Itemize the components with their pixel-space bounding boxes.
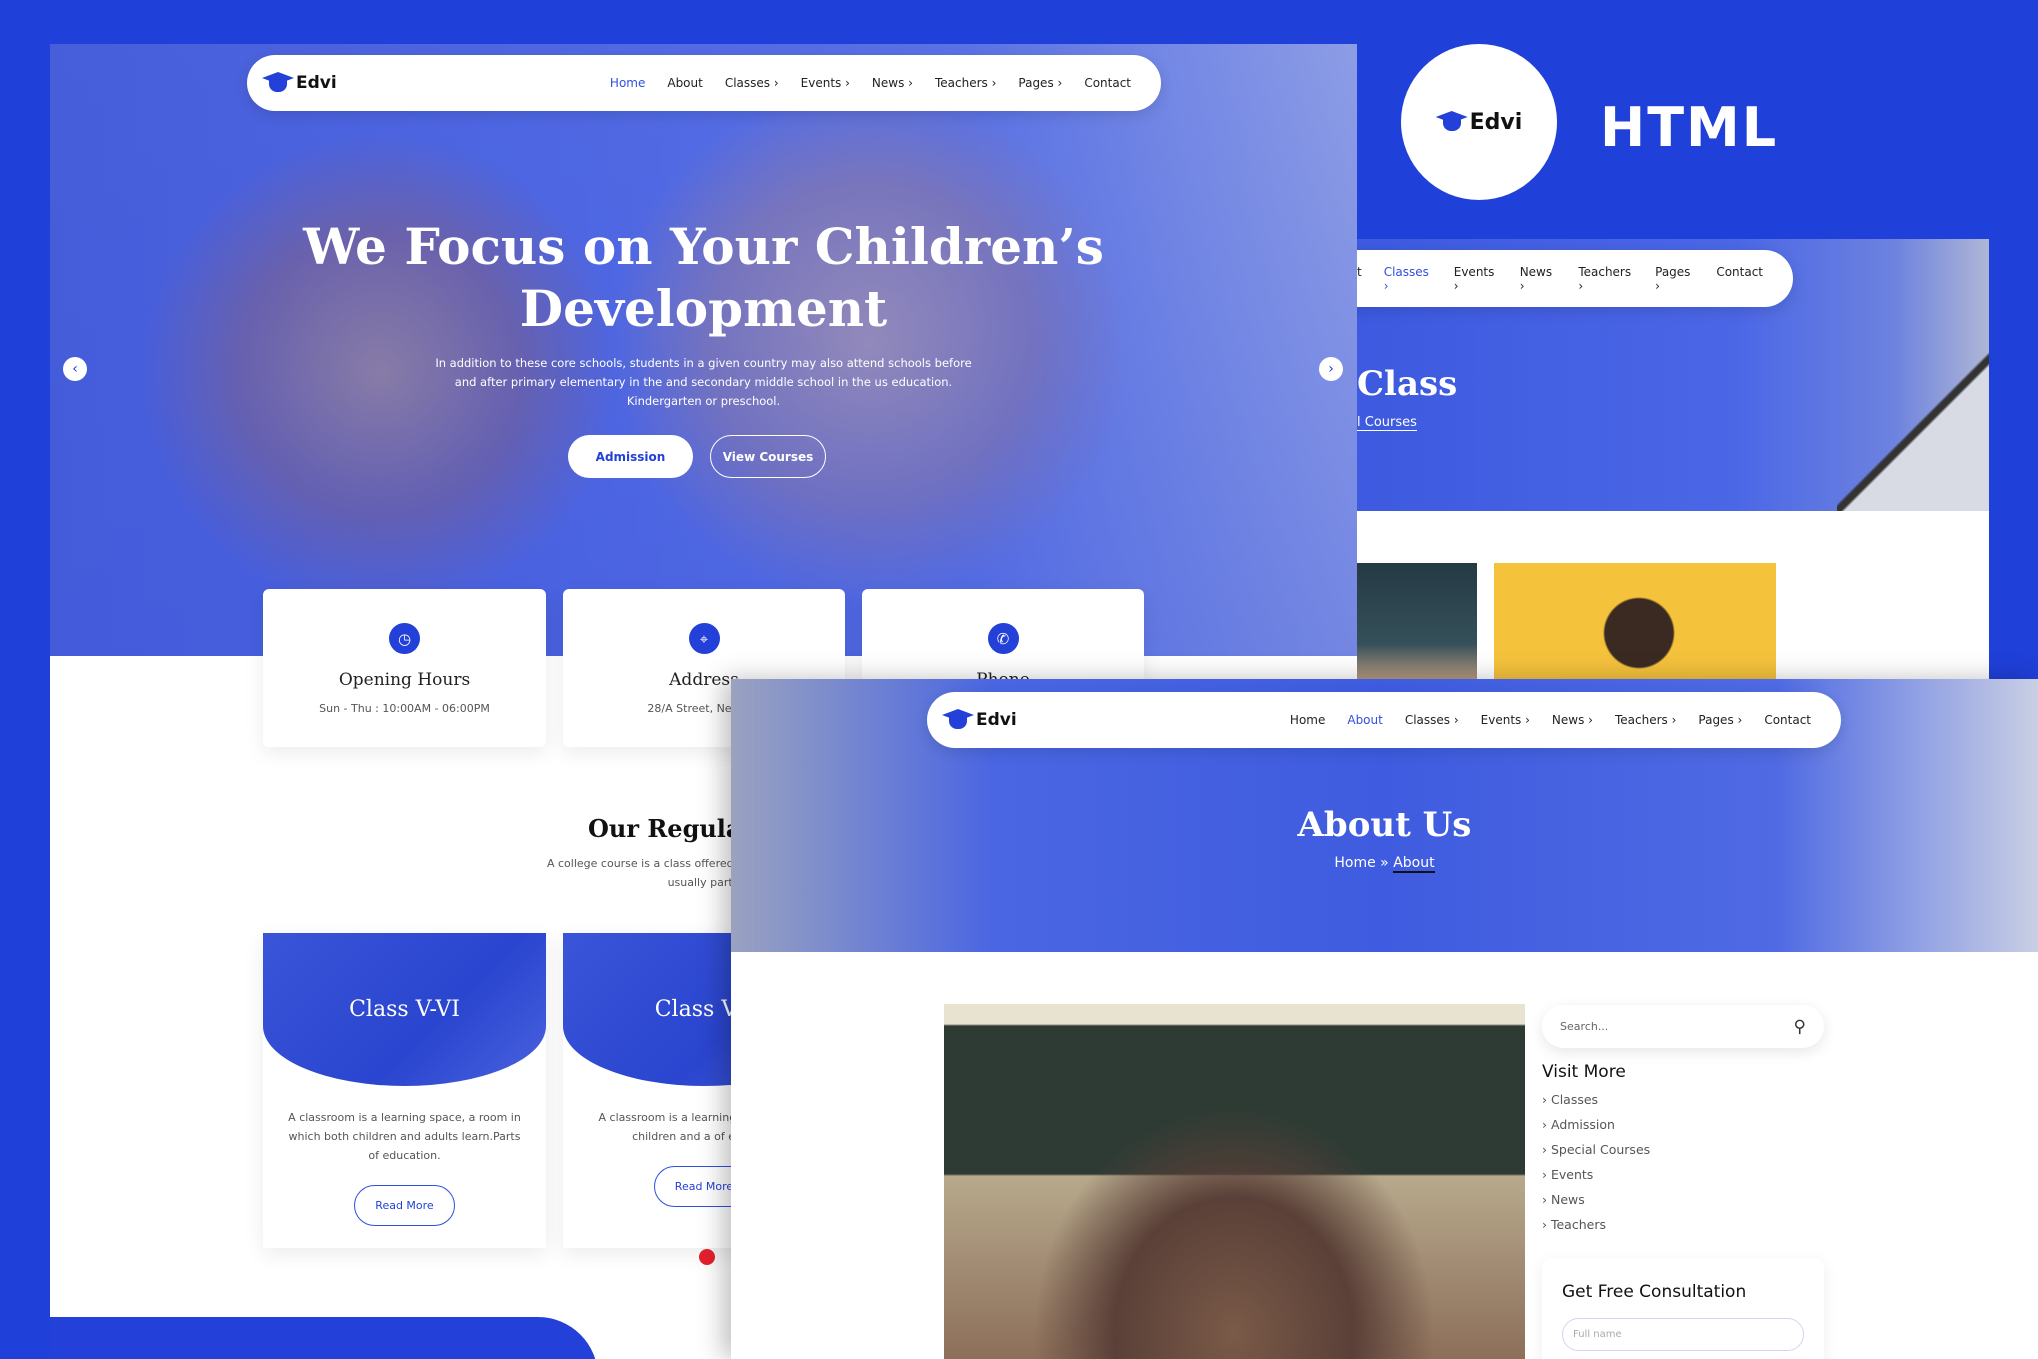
chevron-right-icon[interactable]: › xyxy=(1319,357,1343,381)
nav-about[interactable]: t xyxy=(1357,265,1362,293)
clock-icon: ◷ xyxy=(389,623,420,654)
graduation-cap-icon xyxy=(262,72,294,94)
brand-logo-circle: Edvi xyxy=(1401,44,1557,200)
nav-about[interactable]: About xyxy=(1347,713,1382,727)
nav-news[interactable]: News › xyxy=(872,76,913,90)
classes-nav: t Classes › Events › News › Teachers › P… xyxy=(1357,250,1793,307)
visit-more-title: Visit More xyxy=(1542,1062,1626,1082)
nav-events[interactable]: Events › xyxy=(1454,265,1498,293)
breadcrumb[interactable]: l Courses xyxy=(1357,415,1417,431)
section-title: Our Regular xyxy=(588,814,755,843)
search-input[interactable]: Search... ⚲ xyxy=(1542,1005,1824,1048)
graduation-cap-icon xyxy=(942,709,974,731)
nav-teachers[interactable]: Teachers › xyxy=(1615,713,1676,727)
nav-pages[interactable]: Pages › xyxy=(1655,265,1694,293)
logo-text[interactable]: Edvi xyxy=(296,73,337,93)
hero-paragraph: In addition to these core schools, stude… xyxy=(435,356,972,408)
nav-events[interactable]: Events › xyxy=(1481,713,1530,727)
nav-classes[interactable]: Classes › xyxy=(725,76,779,90)
classroom-image xyxy=(944,1004,1525,1359)
classes-page-preview: t Classes › Events › News › Teachers › P… xyxy=(1357,239,1989,679)
nav-teachers[interactable]: Teachers › xyxy=(1578,265,1633,293)
home-nav: Edvi Home About Classes › Events › News … xyxy=(247,55,1161,111)
nav-teachers[interactable]: Teachers › xyxy=(935,76,996,90)
logo-text: Edvi xyxy=(1469,109,1523,135)
breadcrumb-home[interactable]: Home xyxy=(1334,855,1375,871)
about-page-preview: Edvi Home About Classes › Events › News … xyxy=(731,679,2038,1359)
page-title: Class xyxy=(1357,364,1458,404)
view-courses-button[interactable]: View Courses xyxy=(710,435,826,478)
visit-more-link[interactable]: › Special Courses xyxy=(1542,1142,1650,1167)
consultation-title: Get Free Consultation xyxy=(1562,1282,1747,1302)
graduation-cap-icon xyxy=(1436,111,1468,133)
page-title: About Us xyxy=(1297,805,1472,845)
class-image-math xyxy=(1357,563,1477,679)
location-pin-icon: ⌖ xyxy=(688,623,720,654)
search-icon[interactable]: ⚲ xyxy=(1794,1017,1806,1037)
nav-news[interactable]: News › xyxy=(1520,265,1557,293)
nav-home[interactable]: Home xyxy=(610,76,645,90)
logo-text[interactable]: Edvi xyxy=(976,710,1017,730)
nav-classes[interactable]: Classes › xyxy=(1384,265,1432,293)
breadcrumb-separator: » xyxy=(1380,855,1389,871)
read-more-button[interactable]: Read More xyxy=(354,1185,455,1226)
full-name-input[interactable]: Full name xyxy=(1562,1318,1804,1351)
visit-more-link[interactable]: › Classes xyxy=(1542,1092,1650,1117)
decorative-dot xyxy=(699,1249,715,1265)
nav-home[interactable]: Home xyxy=(1290,713,1325,727)
nav-pages[interactable]: Pages › xyxy=(1018,76,1062,90)
nav-news[interactable]: News › xyxy=(1552,713,1593,727)
phone-icon: ✆ xyxy=(987,623,1019,654)
hero-image xyxy=(50,44,1357,656)
nav-classes[interactable]: Classes › xyxy=(1405,713,1459,727)
visit-more-link[interactable]: › Admission xyxy=(1542,1117,1650,1142)
visit-more-list: › Classes › Admission › Special Courses … xyxy=(1542,1092,1650,1242)
breadcrumb: Home » About xyxy=(731,855,2038,873)
html-badge: HTML xyxy=(1600,96,1779,159)
info-card-hours: ◷ Opening Hours Sun - Thu : 10:00AM - 06… xyxy=(263,589,546,747)
nav-events[interactable]: Events › xyxy=(801,76,850,90)
chevron-left-icon[interactable]: ‹ xyxy=(63,357,87,381)
nav-about[interactable]: About xyxy=(667,76,702,90)
admission-button[interactable]: Admission xyxy=(568,435,693,478)
visit-more-link[interactable]: › Events xyxy=(1542,1167,1650,1192)
consultation-card: Get Free Consultation Full name xyxy=(1542,1258,1824,1359)
nav-contact[interactable]: Contact xyxy=(1764,713,1811,727)
hero-title: We Focus on Your Children’s Development xyxy=(303,217,1104,338)
nav-contact[interactable]: Contact xyxy=(1084,76,1131,90)
visit-more-link[interactable]: › News xyxy=(1542,1192,1650,1217)
about-nav: Edvi Home About Classes › Events › News … xyxy=(927,692,1841,748)
nav-pages[interactable]: Pages › xyxy=(1698,713,1742,727)
footer-blue-shape xyxy=(50,1317,598,1359)
breadcrumb-current: About xyxy=(1393,855,1435,873)
class-image-headphones xyxy=(1494,563,1776,679)
visit-more-link[interactable]: › Teachers xyxy=(1542,1217,1650,1242)
class-card: Class V-VI A classroom is a learning spa… xyxy=(263,933,546,1248)
nav-contact[interactable]: Contact xyxy=(1716,265,1763,293)
